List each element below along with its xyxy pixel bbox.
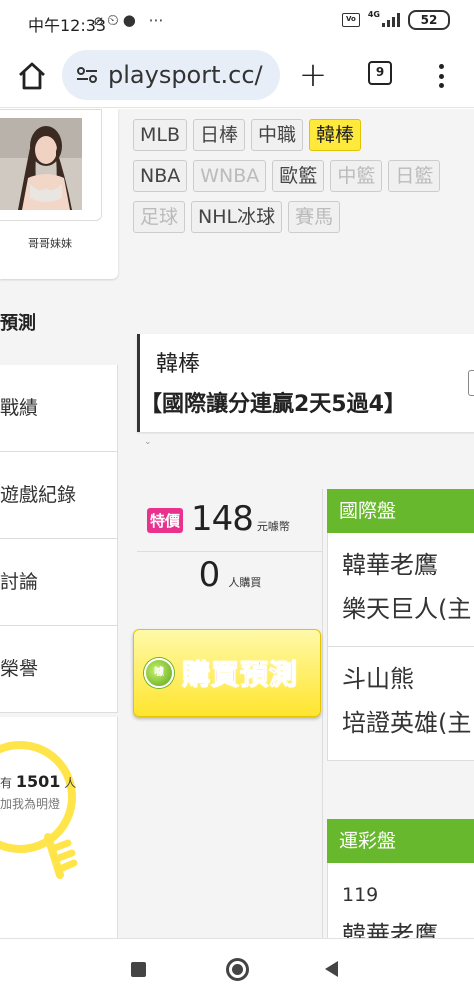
price-panel: 特價 148 元噱幣 0 人購買 噱 購買預測: [133, 489, 323, 938]
address-bar[interactable]: playsport.cc/: [62, 50, 280, 100]
select-checkbox[interactable]: [468, 370, 474, 396]
back-icon[interactable]: [325, 961, 338, 977]
price-value: 148: [191, 499, 254, 539]
profile-card[interactable]: 哥哥妹妹: [0, 109, 118, 279]
url-text: playsport.cc/: [108, 61, 263, 89]
page-content: 哥哥妹妹 預測 戰績 遊戲紀錄 討論 榮譽 有 1501 人 加我為明燈 MLB…: [0, 109, 474, 938]
tag-row: NBA WNBA 歐籃 中籃 日籃: [133, 160, 474, 192]
fans-panel[interactable]: 有 1501 人 加我為明燈: [0, 717, 118, 938]
prediction-title: 【國際讓分連贏2天5過4】: [140, 392, 406, 417]
sidebar-item-game-history[interactable]: 遊戲紀錄: [0, 452, 117, 539]
status-right-icons: Vo 4G 52: [341, 9, 450, 30]
section-title-predictions: 預測: [0, 313, 36, 334]
tag-row: 足球 NHL冰球 賽馬: [133, 201, 474, 233]
sidebar-item-discussion[interactable]: 討論: [0, 539, 117, 626]
fans-count: 1501: [15, 772, 61, 791]
price-unit: 元噱幣: [256, 520, 290, 533]
home-icon[interactable]: [16, 60, 48, 92]
prediction-league: 韓棒: [156, 352, 201, 377]
tag-npb[interactable]: 日棒: [193, 119, 246, 151]
avatar[interactable]: [0, 118, 82, 210]
recents-icon[interactable]: [131, 962, 146, 977]
follow-link[interactable]: 加我為明燈: [0, 795, 60, 812]
system-nav-bar: [0, 938, 474, 1000]
match-item: 斗山熊 培證英雄(主: [327, 647, 474, 761]
tag-wnba[interactable]: WNBA: [193, 160, 267, 192]
tag-euro-basketball[interactable]: 歐籃: [272, 160, 325, 192]
price-row: 特價 148 元噱幣: [147, 499, 290, 539]
lottery-game-number: 119: [342, 884, 379, 906]
buy-prediction-label: 購買預測: [181, 658, 299, 692]
games-panel: 國際盤 韓華老鷹 樂天巨人(主 斗山熊 培證英雄(主 運彩盤 119 韓華老鷹: [327, 489, 474, 938]
network-type: 4G: [367, 9, 380, 19]
status-bar: 中午12:33 ⌀⏲● ⋯ Vo 4G 52: [0, 0, 474, 44]
team-away: 斗山熊: [342, 665, 414, 693]
tag-chinese-basketball[interactable]: 中籃: [330, 160, 383, 192]
home-circle-icon[interactable]: [226, 958, 249, 981]
sidebar: 哥哥妹妹 預測 戰績 遊戲紀錄 討論 榮譽 有 1501 人 加我為明燈: [0, 109, 120, 938]
tag-japan-basketball[interactable]: 日籃: [388, 160, 441, 192]
tag-row: MLB 日棒 中職 韓棒: [133, 119, 474, 151]
sidebar-item-record[interactable]: 戰績: [0, 365, 117, 452]
team-away: 韓華老鷹: [342, 921, 438, 938]
coin-icon: 噱: [144, 658, 174, 688]
divider: [137, 551, 323, 552]
team-home: 培證英雄(主: [342, 709, 472, 737]
status-notification-icons: ⌀⏲● ⋯: [94, 11, 168, 29]
tag-horse-racing[interactable]: 賽馬: [288, 201, 341, 233]
fans-unit: 人: [64, 776, 77, 790]
lightbulb-icon: [0, 741, 78, 879]
intl-market-header: 國際盤: [327, 489, 474, 533]
buyers-unit: 人購買: [228, 576, 262, 589]
tab-switcher-button[interactable]: 9: [368, 61, 392, 85]
collapse-arrow-icon: ⌄: [144, 437, 152, 447]
avatar-frame: [0, 109, 102, 221]
browser-toolbar: playsport.cc/ + 9: [0, 44, 474, 108]
volte-icon: Vo: [341, 13, 360, 27]
sidebar-nav: 戰績 遊戲紀錄 討論 榮譽: [0, 365, 118, 713]
special-price-badge: 特價: [147, 508, 184, 533]
tag-cpbl[interactable]: 中職: [251, 119, 304, 151]
match-item: 韓華老鷹 樂天巨人(主: [327, 533, 474, 647]
category-tags: MLB 日棒 中職 韓棒 NBA WNBA 歐籃 中籃 日籃 足球 NHL冰球 …: [133, 119, 474, 242]
team-home: 樂天巨人(主: [342, 595, 472, 623]
fans-prefix: 有: [0, 776, 13, 790]
fans-count-line: 有 1501 人: [0, 772, 76, 791]
overflow-menu-icon[interactable]: [436, 60, 446, 92]
lottery-match-item: 119 韓華老鷹: [327, 863, 474, 938]
buyers-count: 0: [198, 555, 221, 595]
prediction-title-box: 韓棒 【國際讓分連贏2天5過4】: [137, 334, 474, 432]
tag-nba[interactable]: NBA: [133, 160, 188, 192]
buyers-row: 0 人購買: [137, 555, 323, 595]
profile-name[interactable]: 哥哥妹妹: [0, 235, 100, 251]
buy-prediction-button[interactable]: 噱 購買預測: [133, 629, 321, 717]
lottery-market-header: 運彩盤: [327, 819, 474, 863]
team-away: 韓華老鷹: [342, 551, 438, 579]
site-settings-icon[interactable]: [76, 66, 98, 84]
tag-kbo[interactable]: 韓棒: [309, 119, 362, 151]
signal-icon: [382, 13, 400, 27]
sidebar-item-honors[interactable]: 榮譽: [0, 626, 117, 713]
battery-icon: 52: [408, 10, 450, 30]
tag-nhl[interactable]: NHL冰球: [191, 201, 283, 233]
tag-mlb[interactable]: MLB: [133, 119, 188, 151]
tag-soccer[interactable]: 足球: [133, 201, 186, 233]
new-tab-plus-icon[interactable]: +: [296, 58, 330, 92]
